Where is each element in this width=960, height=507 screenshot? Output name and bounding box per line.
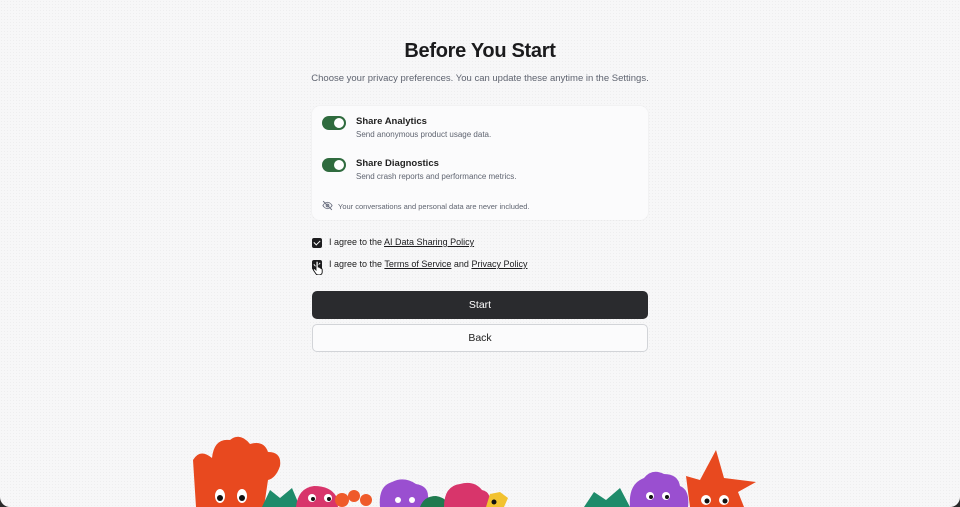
agree-and: and [451, 259, 472, 269]
agree-text: I agree to the Terms of Service and Priv… [329, 259, 527, 269]
agree-terms-privacy: I agree to the Terms of Service and Priv… [312, 258, 648, 272]
share-diagnostics-toggle[interactable] [322, 158, 346, 172]
onboarding-window: Before You Start Choose your privacy pre… [0, 0, 960, 507]
option-share-diagnostics: Share Diagnostics Send crash reports and… [322, 156, 632, 186]
privacy-note: Your conversations and personal data are… [322, 200, 632, 212]
agree-ai-data-policy: I agree to the AI Data Sharing Policy [312, 236, 648, 250]
agree-prefix: I agree to the [329, 237, 385, 247]
page-title: Before You Start [404, 40, 556, 62]
toggle-knob [334, 118, 344, 128]
option-title: Share Analytics [356, 116, 427, 127]
privacy-options-card: Share Analytics Send anonymous product u… [312, 106, 648, 220]
start-button[interactable]: Start [312, 291, 648, 319]
ai-data-sharing-policy-link[interactable]: AI Data Sharing Policy [384, 237, 474, 247]
option-description: Send crash reports and performance metri… [356, 172, 517, 181]
terms-of-service-link[interactable]: Terms of Service [384, 259, 451, 269]
back-button[interactable]: Back [312, 324, 648, 352]
privacy-policy-link[interactable]: Privacy Policy [471, 259, 527, 269]
option-share-analytics: Share Analytics Send anonymous product u… [322, 114, 632, 144]
agree-text: I agree to the AI Data Sharing Policy [329, 237, 474, 247]
option-description: Send anonymous product usage data. [356, 130, 492, 139]
ai-data-policy-checkbox[interactable] [312, 238, 322, 248]
toggle-knob [334, 160, 344, 170]
agree-prefix: I agree to the [329, 259, 385, 269]
option-title: Share Diagnostics [356, 158, 439, 169]
eye-off-icon [322, 200, 333, 211]
privacy-note-text: Your conversations and personal data are… [338, 202, 530, 211]
mascot-illustration [193, 436, 756, 507]
hand-cursor-icon [313, 261, 323, 275]
share-analytics-toggle[interactable] [322, 116, 346, 130]
page-subtitle: Choose your privacy preferences. You can… [311, 73, 649, 84]
